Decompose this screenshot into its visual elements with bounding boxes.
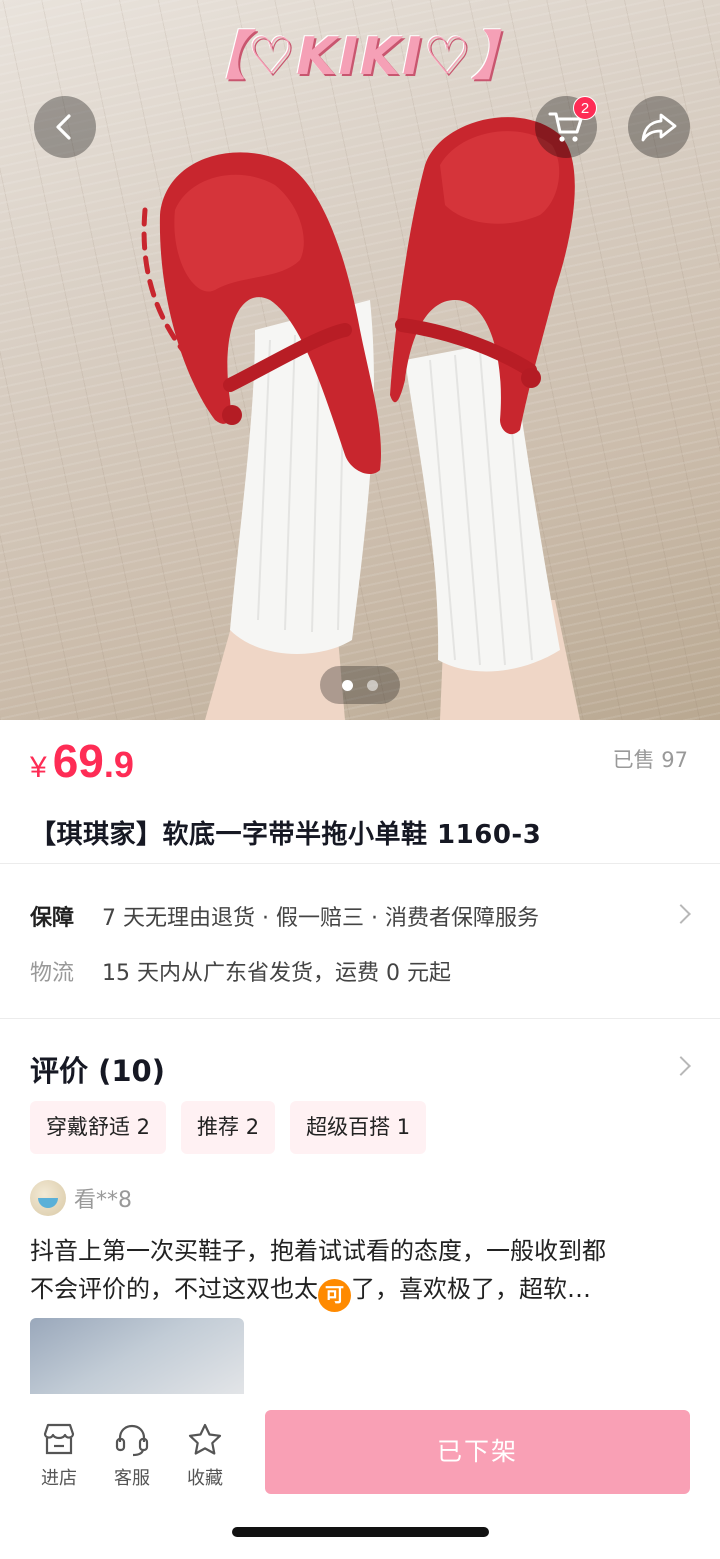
store-label: 进店 — [41, 1468, 77, 1489]
store-icon — [43, 1423, 75, 1455]
guarantee-text: 7 天无理由退货 · 假一赔三 · 消费者保障服务 — [102, 906, 539, 931]
headset-icon — [115, 1424, 149, 1457]
carousel-indicator — [320, 666, 400, 704]
cart-count-badge: 2 — [573, 96, 597, 120]
review-tags: 穿戴舒适 2 推荐 2 超级百搭 1 — [30, 1101, 427, 1154]
logistics-row: 物流 15 天内从广东省发货，运费 0 元起 — [0, 941, 720, 997]
chevron-right-icon — [671, 904, 691, 924]
bottom-action-bar: 进店 客服 收藏 已下架 — [0, 1394, 720, 1559]
brand-watermark: 【♡KIKI♡】 — [193, 27, 527, 87]
share-icon — [641, 113, 677, 142]
reviewer-name: 看**8 — [74, 1188, 132, 1213]
price-integer: 69 — [52, 735, 104, 787]
price-decimal: .9 — [103, 744, 134, 785]
sold-count: 已售 97 — [612, 748, 688, 772]
review-line: 抖音上第一次买鞋子，抱着试试看的态度，一般收到都 — [30, 1237, 606, 1265]
star-icon — [188, 1423, 222, 1455]
reviews-heading[interactable]: 评价 (10) — [30, 1048, 165, 1090]
carousel-dot-active — [342, 679, 353, 691]
home-indicator — [232, 1527, 489, 1537]
review-text-part: 了，喜欢极了，超软… — [351, 1275, 591, 1303]
review-line: 不会评价的，不过这双也太可了，喜欢极了，超软… — [30, 1270, 695, 1312]
product-photo — [141, 117, 580, 720]
review-tag[interactable]: 超级百搭 1 — [290, 1101, 427, 1154]
off-shelf-button[interactable]: 已下架 — [265, 1410, 690, 1494]
back-arrow-icon — [56, 114, 71, 140]
price-row: ¥69.9 已售 97 — [0, 720, 720, 800]
review-text[interactable]: 抖音上第一次买鞋子，抱着试试看的态度，一般收到都 不会评价的，不过这双也太可了，… — [30, 1232, 695, 1312]
chevron-right-icon[interactable] — [671, 1056, 691, 1076]
back-button[interactable] — [34, 96, 96, 158]
avatar — [30, 1180, 66, 1216]
store-button[interactable]: 进店 — [29, 1422, 89, 1490]
customer-service-button[interactable]: 客服 — [102, 1422, 162, 1490]
product-title: 【琪琪家】软底一字带半拖小单鞋 1160-3 — [30, 820, 542, 850]
price-currency: ¥ — [30, 751, 47, 784]
ke-emoji-icon: 可 — [318, 1279, 351, 1312]
favorite-button[interactable]: 收藏 — [175, 1422, 235, 1490]
review-text-part: 不会评价的，不过这双也太 — [30, 1275, 318, 1303]
favorite-label: 收藏 — [187, 1468, 223, 1489]
review-tag[interactable]: 推荐 2 — [181, 1101, 276, 1154]
price: ¥69.9 — [30, 734, 134, 788]
review-tag[interactable]: 穿戴舒适 2 — [30, 1101, 167, 1154]
carousel-dot — [367, 679, 378, 691]
reviewer: 看**8 — [30, 1180, 132, 1216]
product-image-carousel[interactable]: 【♡KIKI♡】 2 — [0, 0, 720, 720]
divider — [0, 1018, 720, 1019]
share-button[interactable] — [628, 96, 690, 158]
service-label: 客服 — [114, 1468, 150, 1489]
guarantee-row[interactable]: 保障 7 天无理由退货 · 假一赔三 · 消费者保障服务 — [0, 886, 720, 942]
guarantee-label: 保障 — [30, 906, 75, 931]
logistics-label: 物流 — [30, 961, 75, 986]
divider — [0, 863, 720, 864]
logistics-text: 15 天内从广东省发货，运费 0 元起 — [102, 961, 451, 986]
